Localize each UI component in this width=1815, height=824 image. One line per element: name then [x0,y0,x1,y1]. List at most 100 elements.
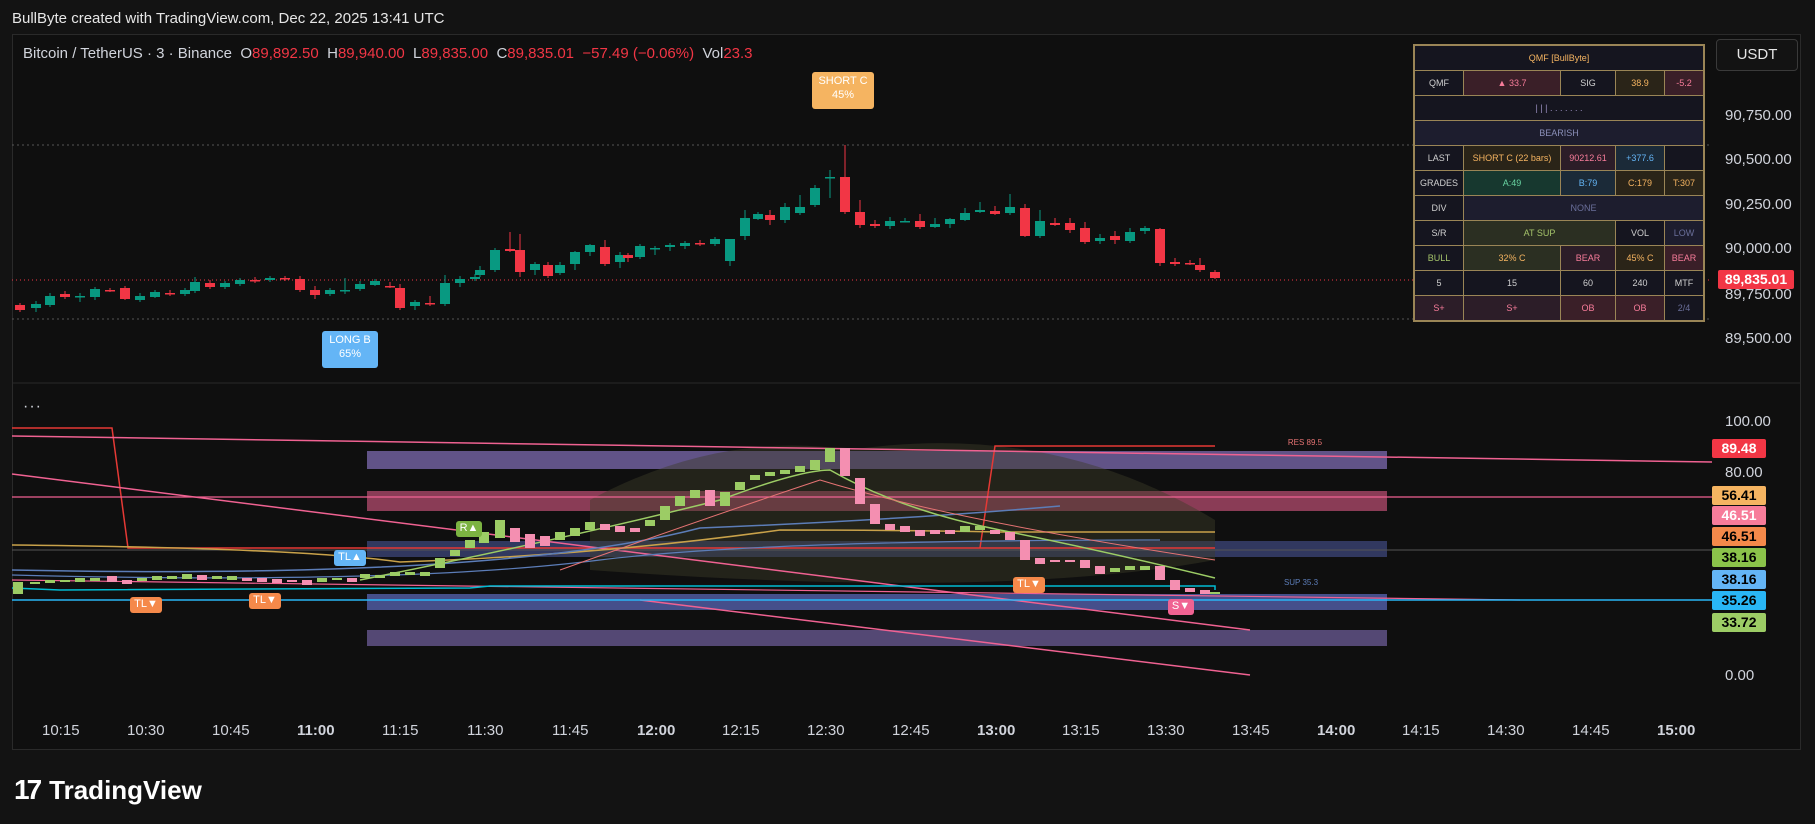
price-candle [1095,238,1105,241]
oscillator-candle [30,582,40,584]
resistance-label: RES 89.5 [1287,438,1323,447]
grade-a: A:49 [1464,171,1561,195]
oscillator-candle [705,490,715,506]
price-candle [410,302,420,306]
oscillator-candle [945,530,955,534]
time-axis-label: 12:30 [807,722,845,739]
oscillator-candle [420,572,430,576]
short-signal-label: SHORT C 45% [812,72,874,109]
last-price-tag: 89,835.01 [1718,270,1794,289]
price-candle [395,288,405,308]
price-candle [31,304,41,308]
price-candle [180,290,190,294]
price-candle [945,219,955,224]
osc-value-tag: 89.48 [1712,439,1766,458]
long-signal-label: LONG B 65% [322,331,378,368]
time-axis-label: 11:15 [382,722,419,739]
price-candle [740,218,750,236]
oscillator-candle [510,528,520,542]
price-candle [960,213,970,220]
symbol-legend[interactable]: Bitcoin / TetherUS · 3 · Binance O89,892… [23,45,753,62]
price-candle [515,250,525,272]
price-candle [150,292,160,297]
price-candle [780,207,790,220]
oscillator-candle [660,506,670,520]
oscillator-candle [600,524,610,530]
price-candle [1005,207,1015,213]
osc-axis-label: 80.00 [1725,464,1763,481]
indicator-menu-button[interactable]: ··· [23,398,42,416]
price-candle [120,288,130,299]
sig-delta: -5.2 [1665,71,1703,95]
price-candle [235,280,245,284]
time-axis-label: 12:45 [892,722,930,739]
oscillator-candle [990,530,1000,534]
low-value: 89,835.00 [421,45,489,62]
oscillator-candle [885,524,895,530]
price-axis-label: 90,000.00 [1725,240,1792,257]
price-candle [1080,228,1090,242]
volume-value: 23.3 [723,45,753,62]
oscillator-candle [450,550,460,556]
oscillator-candle [690,490,700,498]
price-candle [265,278,275,280]
price-candle [310,290,320,295]
price-candle [990,211,1000,214]
price-candle [475,270,485,275]
oscillator-candle [107,576,117,582]
price-candle [840,177,850,212]
oscillator-candle [870,504,880,524]
price-candle [490,250,500,270]
price-candle [795,207,805,213]
price-candle [695,243,705,245]
oscillator-candle [915,530,925,536]
oscillator-candle [375,575,385,578]
oscillator-candle [390,572,400,576]
sig-value: 38.9 [1616,71,1665,95]
currency-button[interactable]: USDT [1716,39,1798,71]
price-candle [885,221,895,226]
trendline-break-label: TL▼ [249,593,281,609]
oscillator-candle [720,492,730,506]
table-title: QMF [BullByte] [1528,53,1590,63]
oscillator-candle [60,580,70,582]
price-candle [370,281,380,285]
time-axis-label: 10:45 [212,722,250,739]
qmf-dashboard-table: QMF [BullByte] QMF ▲ 33.7 SIG 38.9 -5.2 … [1413,44,1705,322]
oscillator-candle [1050,560,1060,562]
time-axis-label: 11:00 [297,722,335,739]
change-value: −57.49 (−0.06%) [582,45,695,62]
oscillator-candle [1155,566,1165,580]
oscillator-candle [840,448,850,476]
oscillator-candle [75,578,85,582]
trendline-break-label: TL▼ [130,597,162,613]
oscillator-candle [45,580,55,583]
oscillator-candle [435,558,445,568]
price-candle [710,239,720,244]
bull-value: 32% C [1464,246,1561,270]
price-candle [623,255,633,258]
oscillator-candle [1170,580,1180,590]
oscillator-candle [182,574,192,579]
osc-axis-label: 100.00 [1725,413,1771,430]
oscillator-candle [317,578,327,582]
price-candle [280,278,290,280]
price-candle [75,296,85,298]
reversal-label: R▲ [456,521,482,537]
price-candle [530,264,540,270]
price-candle [455,279,465,283]
tradingview-logo[interactable]: 17 TradingView [14,774,202,806]
qmf-value: ▲ 33.7 [1464,71,1561,95]
price-candle [220,283,230,287]
osc-value-tag: 46.51 [1712,506,1766,525]
oscillator-candle [810,460,820,470]
time-axis-label: 11:30 [467,722,504,739]
oscillator-candle [585,522,595,530]
oscillator-candle [780,470,790,474]
time-axis-label: 13:45 [1232,722,1270,739]
price-candle [1125,232,1135,241]
price-candle [105,290,115,292]
price-candle [470,277,480,279]
time-axis-label: 14:45 [1572,722,1610,739]
price-candle [1035,221,1045,236]
